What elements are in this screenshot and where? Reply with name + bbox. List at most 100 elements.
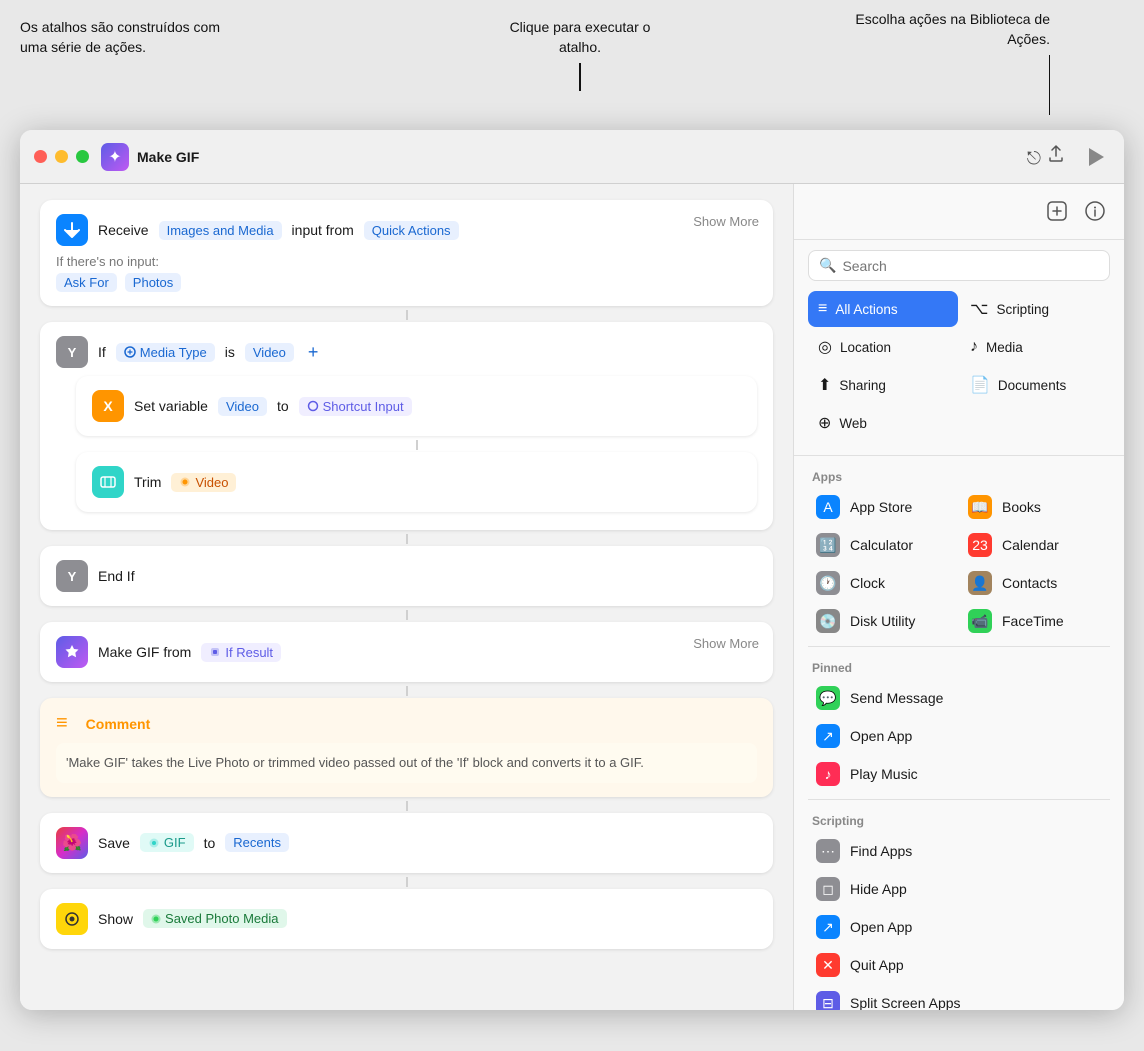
comment-header-row: ≡ Comment [56, 712, 757, 735]
make-gif-show-more[interactable]: Show More [693, 636, 759, 651]
sidebar-item-all-actions[interactable]: ≡ All Actions [808, 291, 958, 327]
add-to-library-button[interactable] [1042, 196, 1072, 231]
action-send-message[interactable]: 💬 Send Message [808, 679, 1110, 717]
ask-for-tag[interactable]: Ask For [56, 273, 117, 292]
trim-row: Trim Video [92, 466, 741, 498]
open-app-icon: ↗ [816, 724, 840, 748]
all-actions-icon: ≡ [818, 300, 827, 318]
info-button[interactable] [1080, 196, 1110, 231]
set-variable-card: X Set variable Video to Shortcut Input [76, 376, 757, 436]
category-grid: ≡ All Actions ⌥ Scripting ◎ Location ♪ M… [794, 291, 1124, 449]
if-is-label: is [225, 344, 235, 360]
comment-icon: ≡ [56, 712, 68, 735]
annotation-3: Escolha ações na Biblioteca de Ações. [850, 10, 1050, 115]
sidebar-item-sharing[interactable]: ⬆ Sharing [808, 367, 958, 403]
action-open-app[interactable]: ↗ Open App [808, 717, 1110, 755]
scripting-section-label: Scripting [808, 806, 1110, 832]
end-if-card: Y End If [40, 546, 773, 606]
calendar-icon: 23 [968, 533, 992, 557]
action-app-store[interactable]: A App Store [808, 488, 958, 526]
share-button[interactable]: ⎋ [1023, 140, 1070, 173]
sidebar-item-scripting[interactable]: ⌥ Scripting [960, 291, 1110, 327]
facetime-icon: 📹 [968, 609, 992, 633]
save-tag2[interactable]: Recents [225, 833, 289, 852]
action-find-apps[interactable]: ⋯ Find Apps [808, 832, 1110, 870]
run-button[interactable] [1082, 143, 1110, 171]
quit-app-icon: ✕ [816, 953, 840, 977]
set-var-to: to [277, 398, 289, 414]
action-open-app-2[interactable]: ↗ Open App [808, 908, 1110, 946]
action-calculator[interactable]: 🔢 Calculator [808, 526, 958, 564]
sidebar-item-web[interactable]: ⊕ Web [808, 405, 958, 441]
show-prefix: Show [98, 911, 133, 927]
close-button[interactable] [34, 150, 47, 163]
if-add-button[interactable]: + [308, 342, 319, 363]
receive-action-row: Receive Images and Media input from Quic… [56, 214, 757, 246]
contacts-icon: 👤 [968, 571, 992, 595]
photos-tag[interactable]: Photos [125, 273, 181, 292]
minimize-button[interactable] [55, 150, 68, 163]
end-if-label: End If [98, 568, 135, 584]
action-disk-utility[interactable]: 💿 Disk Utility [808, 602, 958, 640]
set-var-tag1[interactable]: Video [218, 397, 267, 416]
split-screen-icon: ⊟ [816, 991, 840, 1010]
make-gif-prefix: Make GIF from [98, 644, 191, 660]
hide-app-icon: ◻ [816, 877, 840, 901]
action-clock[interactable]: 🕐 Clock [808, 564, 958, 602]
sidebar-item-media[interactable]: ♪ Media [960, 329, 1110, 365]
comment-card: ≡ Comment 'Make GIF' takes the Live Phot… [40, 698, 773, 797]
trim-card: Trim Video [76, 452, 757, 512]
show-icon [56, 903, 88, 935]
search-icon: 🔍 [819, 257, 836, 274]
receive-show-more[interactable]: Show More [693, 214, 759, 229]
save-tag1[interactable]: GIF [140, 833, 194, 852]
sidebar-item-documents[interactable]: 📄 Documents [960, 367, 1110, 403]
save-prefix: Save [98, 835, 130, 851]
pinned-section-label: Pinned [808, 653, 1110, 679]
if-video-tag[interactable]: Video [245, 343, 294, 362]
comment-title: Comment [86, 716, 151, 732]
titlebar: ✦ Make GIF ⎋ [20, 130, 1124, 184]
trim-icon [92, 466, 124, 498]
maximize-button[interactable] [76, 150, 89, 163]
action-facetime[interactable]: 📹 FaceTime [960, 602, 1110, 640]
save-gif-card: 🌺 Save GIF to Recents [40, 813, 773, 873]
action-books[interactable]: 📖 Books [960, 488, 1110, 526]
window-title: Make GIF [137, 149, 199, 165]
receive-tag-quick-actions[interactable]: Quick Actions [364, 221, 459, 240]
no-input-tags: Ask For Photos [56, 273, 757, 292]
set-variable-icon: X [92, 390, 124, 422]
actions-panel: 🔍 ≡ All Actions ⌥ Scripting ◎ Locati [794, 184, 1124, 1010]
if-media-type-tag[interactable]: Media Type [116, 343, 215, 362]
make-gif-tag1[interactable]: If Result [201, 643, 281, 662]
apps-section-label: Apps [808, 462, 1110, 488]
receive-tag-images[interactable]: Images and Media [159, 221, 282, 240]
titlebar-actions: ⎋ [1023, 140, 1110, 173]
action-quit-app[interactable]: ✕ Quit App [808, 946, 1110, 984]
if-condition-card: Y If Media Type is Video + [40, 322, 773, 530]
play-music-icon: ♪ [816, 762, 840, 786]
comment-text: 'Make GIF' takes the Live Photo or trimm… [56, 743, 757, 783]
action-calendar[interactable]: 23 Calendar [960, 526, 1110, 564]
if-no-input-label: If there's no input: [56, 254, 757, 269]
search-input[interactable] [842, 258, 1099, 274]
set-var-tag2[interactable]: Shortcut Input [299, 397, 412, 416]
annotation-2: Clique para executar o atalho. [490, 18, 670, 91]
action-play-music[interactable]: ♪ Play Music [808, 755, 1110, 793]
action-split-screen[interactable]: ⊟ Split Screen Apps [808, 984, 1110, 1010]
search-bar[interactable]: 🔍 [808, 250, 1110, 281]
trim-tag1[interactable]: Video [171, 473, 236, 492]
save-gif-row: 🌺 Save GIF to Recents [56, 827, 757, 859]
action-hide-app[interactable]: ◻ Hide App [808, 870, 1110, 908]
if-action-row: Y If Media Type is Video + [56, 336, 757, 368]
apps-row-2: 🔢 Calculator 23 Calendar [808, 526, 1110, 564]
actions-list: Apps A App Store 📖 Books 🔢 [794, 462, 1124, 1010]
shortcuts-app-icon: ✦ [101, 143, 129, 171]
show-tag1[interactable]: Saved Photo Media [143, 909, 286, 928]
annotation-1: Os atalhos são construídos com uma série… [20, 18, 220, 57]
receive-action-card: Show More Receive Images and Media input… [40, 200, 773, 306]
action-contacts[interactable]: 👤 Contacts [960, 564, 1110, 602]
show-card: Show Saved Photo Media [40, 889, 773, 949]
sidebar-item-location[interactable]: ◎ Location [808, 329, 958, 365]
receive-label-prefix: Receive [98, 222, 149, 238]
